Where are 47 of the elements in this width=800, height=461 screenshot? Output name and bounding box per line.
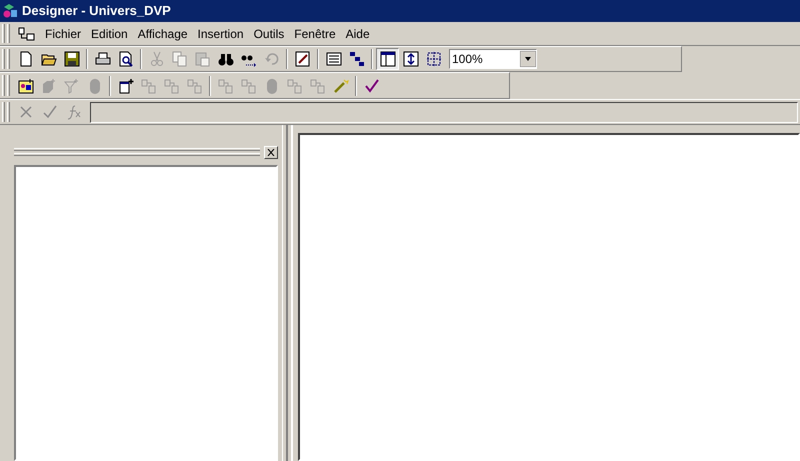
menu-item[interactable]: Affichage — [132, 24, 193, 42]
formula-field[interactable] — [90, 102, 798, 122]
menu-tree-icon — [18, 26, 36, 40]
menu-item[interactable]: Aide — [340, 24, 375, 42]
object-icon — [40, 78, 56, 94]
new-icon — [18, 51, 34, 67]
zoom-dropdown[interactable]: 100% — [449, 49, 537, 69]
save-icon — [64, 51, 80, 67]
tree-icon — [348, 51, 364, 67]
join-icon — [240, 78, 256, 94]
select-icon — [426, 51, 442, 67]
menu-item[interactable]: Fichier — [40, 24, 86, 42]
edit-icon — [294, 51, 310, 67]
menu-item[interactable]: Insertion — [192, 24, 249, 42]
filter-icon — [64, 78, 80, 94]
join-icon — [164, 78, 180, 94]
preview-icon — [118, 51, 134, 67]
app-logo-icon — [2, 3, 18, 19]
paste-icon — [194, 51, 210, 67]
join-icon — [140, 78, 156, 94]
class-icon — [18, 78, 34, 94]
cancel-icon[interactable] — [18, 104, 34, 120]
close-button[interactable] — [264, 146, 278, 158]
join-icon — [186, 78, 202, 94]
pane-button[interactable] — [376, 48, 399, 70]
undo-icon — [264, 51, 280, 67]
join-icon — [310, 78, 326, 94]
menu-item[interactable]: Fenêtre — [289, 24, 341, 42]
table-icon — [118, 78, 134, 94]
close-icon — [267, 148, 275, 156]
updown-icon — [402, 51, 418, 67]
join-icon — [218, 78, 234, 94]
cut-icon — [148, 51, 164, 67]
join-icon — [286, 78, 302, 94]
window-title: Designer - Univers_DVP — [22, 2, 171, 20]
find-icon — [218, 51, 234, 67]
copy-icon — [172, 51, 188, 67]
menu-item[interactable]: Edition — [86, 24, 133, 42]
pane-icon — [380, 51, 396, 67]
function-icon[interactable] — [66, 104, 82, 120]
menu-item[interactable]: Outils — [248, 24, 290, 42]
check-icon — [364, 78, 380, 94]
wand-icon — [332, 78, 348, 94]
checkmark-icon[interactable] — [42, 104, 58, 120]
print-icon — [94, 51, 110, 67]
dropdown-arrow-icon — [520, 51, 536, 67]
list-icon — [326, 51, 342, 67]
